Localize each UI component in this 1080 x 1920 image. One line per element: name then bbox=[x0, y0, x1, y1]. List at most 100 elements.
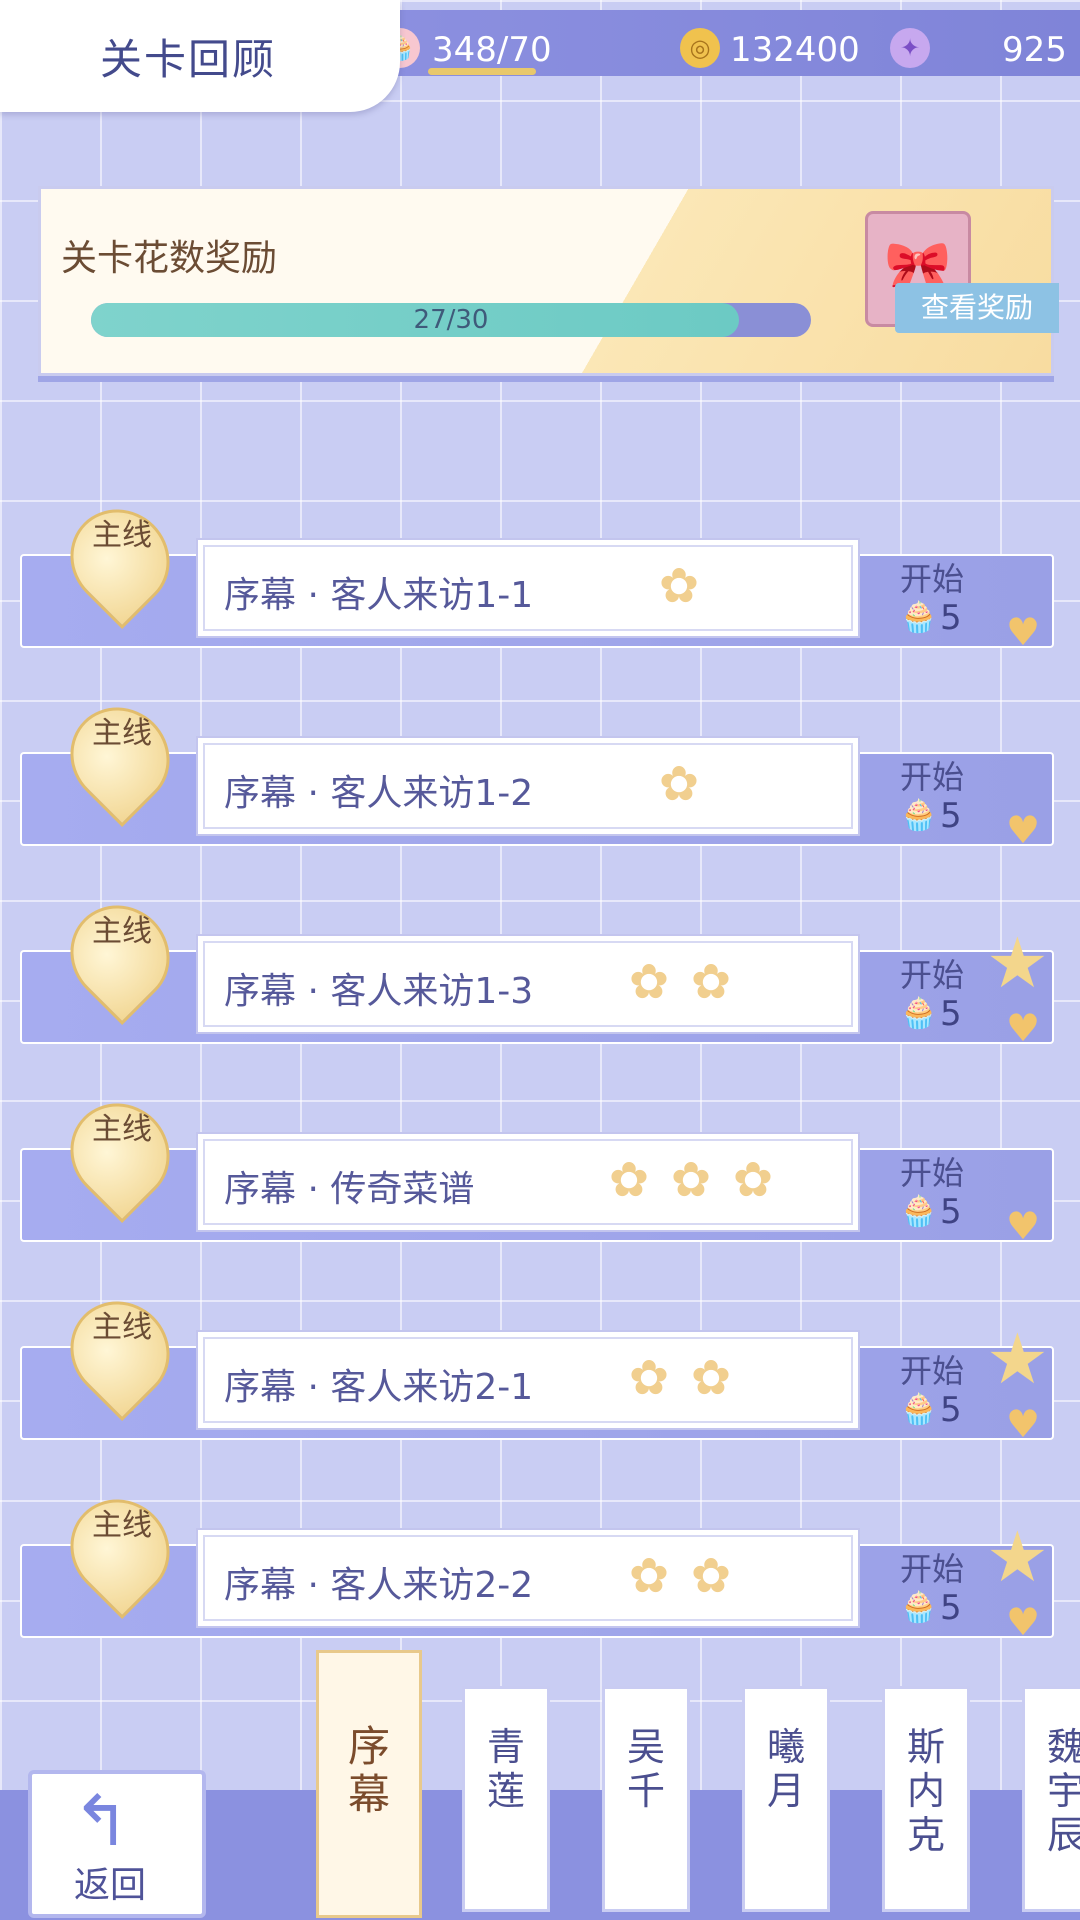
card-decoration bbox=[571, 189, 1051, 373]
flower-icon: ✿ bbox=[670, 1152, 712, 1208]
gold-counter[interactable]: ◎ 132400 bbox=[680, 26, 870, 76]
level-name: 序幕 · 传奇菜谱 bbox=[224, 1169, 475, 1210]
level-label-box: 序幕 · 传奇菜谱 ✿ ✿ ✿ bbox=[196, 1132, 860, 1232]
level-tag: 主线 bbox=[92, 1310, 152, 1345]
chapter-label: 魏 宇 辰 bbox=[1046, 1725, 1080, 1857]
chapter-tab[interactable]: 曦 月 bbox=[742, 1686, 830, 1912]
cupcake-icon: 🧁 bbox=[900, 1590, 938, 1625]
chapter-label: 序 幕 bbox=[347, 1722, 390, 1819]
gold-value: 132400 bbox=[730, 30, 860, 70]
level-name: 序幕 · 客人来访2-2 bbox=[224, 1565, 534, 1606]
level-tag: 主线 bbox=[92, 914, 152, 949]
start-button[interactable]: 开始 bbox=[900, 554, 964, 600]
level-row[interactable]: 主线 序幕 · 客人来访2-2 ✿ ✿ 开始 🧁 5 ♥ ★ bbox=[20, 1478, 1054, 1644]
cupcake-icon: 🧁 bbox=[900, 996, 938, 1031]
heart-icon: ♥ bbox=[1006, 1402, 1041, 1446]
heart-icon: ♥ bbox=[1006, 1600, 1041, 1644]
swan-gem-icon: ✦ bbox=[890, 28, 930, 68]
stamina-counter[interactable]: 🧁 348/70 bbox=[380, 26, 552, 76]
level-tag: 主线 bbox=[92, 716, 152, 751]
level-label-box: 序幕 · 客人来访2-2 ✿ ✿ bbox=[196, 1528, 860, 1628]
chapter-label: 斯 内 克 bbox=[906, 1725, 945, 1857]
cupcake-icon: 🧁 bbox=[900, 798, 938, 833]
reward-title: 关卡花数奖励 bbox=[61, 238, 278, 279]
level-label-box: 序幕 · 客人来访2-1 ✿ ✿ bbox=[196, 1330, 860, 1430]
resource-strip: 🧁 348/70 ◎ 132400 ✦ 925 bbox=[360, 10, 1080, 76]
chapter-label: 曦 月 bbox=[766, 1725, 805, 1813]
back-label: 返回 bbox=[74, 1865, 147, 1906]
stamina-cost: 5 bbox=[940, 994, 962, 1034]
flower-rating: ✿ bbox=[648, 756, 710, 816]
start-button[interactable]: 开始 bbox=[900, 950, 964, 996]
gem-value: 925 bbox=[1002, 30, 1067, 70]
flower-rating: ✿ ✿ bbox=[618, 1350, 742, 1410]
flower-rating: ✿ bbox=[648, 558, 710, 618]
stamina-value: 348/70 bbox=[432, 30, 552, 70]
stamina-cost: 5 bbox=[940, 598, 962, 638]
flower-reward-card: 关卡花数奖励 27/30 🎀 查看奖励 bbox=[38, 186, 1059, 376]
flower-icon: ✿ bbox=[690, 1548, 732, 1604]
swan-star-icon: ★ bbox=[986, 1516, 1049, 1598]
start-button[interactable]: 开始 bbox=[900, 1544, 964, 1590]
level-row[interactable]: 主线序幕 · 客人来访1-1 ✿ 开始 🧁 5 ♥ bbox=[20, 488, 1054, 654]
level-tag: 主线 bbox=[92, 1508, 152, 1543]
level-row[interactable]: 主线 序幕 · 客人来访1-3 ✿ ✿ 开始 🧁 5 ♥ ★ bbox=[20, 884, 1054, 1050]
flower-rating: ✿ ✿ bbox=[618, 1548, 742, 1608]
heart-icon: ♥ bbox=[1006, 808, 1041, 852]
heart-icon: ♥ bbox=[1006, 610, 1041, 654]
flower-icon: ✿ bbox=[690, 1350, 732, 1406]
flower-icon: ✿ bbox=[628, 1548, 670, 1604]
stamina-cost: 5 bbox=[940, 1588, 962, 1628]
back-button[interactable]: ↰ 返回 bbox=[28, 1770, 206, 1918]
level-tag: 主线 bbox=[92, 518, 152, 553]
cupcake-icon: 🧁 bbox=[900, 1194, 938, 1229]
level-label-box: 序幕 · 客人来访1-3 ✿ ✿ bbox=[196, 934, 860, 1034]
heart-icon: ♥ bbox=[1006, 1204, 1041, 1248]
flower-icon: ✿ bbox=[732, 1152, 774, 1208]
swan-star-icon: ★ bbox=[986, 1318, 1049, 1400]
stamina-cost: 5 bbox=[940, 796, 962, 836]
flower-icon: ✿ bbox=[628, 954, 670, 1010]
top-bar: 🧁 348/70 ◎ 132400 ✦ 925 关卡回顾 bbox=[0, 0, 1080, 112]
chapter-label: 吴 千 bbox=[626, 1725, 665, 1813]
back-arrow-icon: ↰ bbox=[72, 1780, 131, 1862]
swan-star-icon: ★ bbox=[986, 922, 1049, 1004]
level-label-box: 序幕 · 客人来访1-1 ✿ bbox=[196, 538, 860, 638]
chapter-tab[interactable]: 魏 宇 辰 bbox=[1022, 1686, 1080, 1912]
chapter-tab[interactable]: 吴 千 bbox=[602, 1686, 690, 1912]
level-row[interactable]: 主线序幕 · 传奇菜谱 ✿ ✿ ✿ 开始 🧁 5 ♥ bbox=[20, 1082, 1054, 1248]
start-button[interactable]: 开始 bbox=[900, 752, 964, 798]
start-button[interactable]: 开始 bbox=[900, 1148, 964, 1194]
page-title-tab: 关卡回顾 bbox=[0, 0, 400, 112]
gem-counter[interactable]: ✦ 925 bbox=[890, 26, 1070, 76]
stamina-bar bbox=[428, 68, 536, 75]
flower-rating: ✿ ✿ ✿ bbox=[598, 1152, 784, 1212]
flower-icon: ✿ bbox=[658, 558, 700, 614]
stamina-cost: 5 bbox=[940, 1390, 962, 1430]
flower-icon: ✿ bbox=[608, 1152, 650, 1208]
view-rewards-button[interactable]: 查看奖励 bbox=[895, 283, 1059, 333]
level-label-box: 序幕 · 客人来访1-2 ✿ bbox=[196, 736, 860, 836]
level-name: 序幕 · 客人来访2-1 bbox=[224, 1367, 534, 1408]
flower-icon: ✿ bbox=[658, 756, 700, 812]
page-title: 关卡回顾 bbox=[100, 35, 277, 84]
chapter-tab[interactable]: 青 莲 bbox=[462, 1686, 550, 1912]
cupcake-icon: 🧁 bbox=[900, 600, 938, 635]
chapter-tab[interactable]: 斯 内 克 bbox=[882, 1686, 970, 1912]
cupcake-icon: 🧁 bbox=[900, 1392, 938, 1427]
gold-coin-icon: ◎ bbox=[680, 28, 720, 68]
flower-icon: ✿ bbox=[690, 954, 732, 1010]
heart-icon: ♥ bbox=[1006, 1006, 1041, 1050]
level-row[interactable]: 主线序幕 · 客人来访2-1 ✿ ✿ 开始 🧁 5 ♥ ★ bbox=[20, 1280, 1054, 1446]
level-name: 序幕 · 客人来访1-3 bbox=[224, 971, 534, 1012]
level-name: 序幕 · 客人来访1-2 bbox=[224, 773, 534, 814]
chapter-label: 青 莲 bbox=[486, 1725, 525, 1813]
level-row[interactable]: 主线序幕 · 客人来访1-2 ✿ 开始 🧁 5 ♥ bbox=[20, 686, 1054, 852]
level-name: 序幕 · 客人来访1-1 bbox=[224, 575, 534, 616]
reward-progress-text: 27/30 bbox=[413, 305, 489, 335]
level-tag: 主线 bbox=[92, 1112, 152, 1147]
flower-rating: ✿ ✿ bbox=[618, 954, 742, 1014]
start-button[interactable]: 开始 bbox=[900, 1346, 964, 1392]
chapter-tab[interactable]: 序 幕 bbox=[316, 1650, 422, 1918]
stamina-cost: 5 bbox=[940, 1192, 962, 1232]
